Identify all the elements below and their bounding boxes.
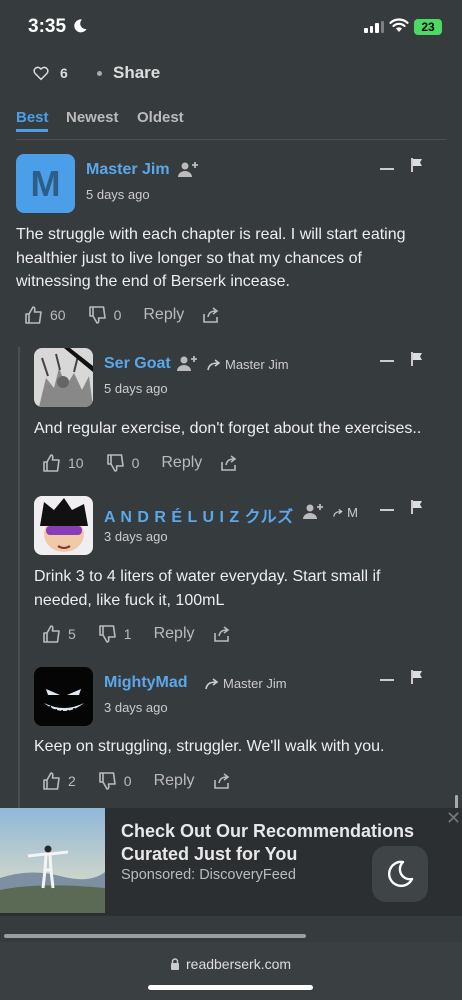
like-count: 6 [60,65,68,81]
flag-icon[interactable] [411,500,423,514]
downvote-count: 0 [131,455,140,471]
flag-icon[interactable] [411,670,423,684]
comment-time: 5 days ago [86,187,150,202]
thumbs-down-icon[interactable] [106,453,126,473]
share-icon[interactable] [202,306,220,324]
comment-time: 3 days ago [104,700,168,715]
dark-mode-toggle[interactable] [372,846,428,902]
collapse-button[interactable] [380,679,394,681]
ad-sponsor[interactable]: Sponsored: DiscoveryFeed [121,867,296,883]
reply-to[interactable]: Master Jim [207,357,289,372]
comment-line: needed, like fuck it, 100mL [34,591,225,609]
reply-to-name: M [347,505,358,520]
upvote-count: 10 [68,455,84,471]
thumbs-down-icon[interactable] [98,624,118,644]
avatar-master-jim[interactable]: M [16,154,75,213]
reply-button[interactable]: Reply [161,454,202,472]
wifi-icon [389,18,409,32]
comment-actions: 2 0 Reply [42,771,231,791]
tab-best[interactable]: Best [16,109,49,126]
comment-line: And regular exercise, don't forget about… [34,420,422,437]
follow-user-icon[interactable] [176,354,198,372]
avatar-ser-goat[interactable] [34,348,93,407]
thumbs-up-icon[interactable] [24,305,44,325]
thumbs-up-icon[interactable] [42,453,62,473]
ad-image[interactable] [0,808,105,913]
comment-actions: 10 0 Reply [42,453,238,473]
downvote-count: 0 [113,307,122,323]
comment-body: And regular exercise, don't forget about… [34,417,446,441]
flag-icon[interactable] [411,158,423,172]
upvote-count: 5 [68,626,76,642]
avatar-mightymad[interactable] [34,667,93,726]
moon-icon [74,19,87,33]
battery-indicator: 23 [414,19,442,35]
downvote-count: 0 [123,773,132,789]
comment-time: 5 days ago [104,381,168,396]
share-icon[interactable] [213,772,231,790]
moon-icon [388,860,414,888]
reply-to-name: Master Jim [223,676,287,691]
comment-username[interactable]: MightyMad [104,674,188,692]
flag-icon[interactable] [411,352,423,366]
downvote-count: 1 [123,626,132,642]
collapse-button[interactable] [380,360,394,362]
separator-dot [97,71,102,76]
ad-close-icon[interactable]: ✕ [446,808,461,829]
comment-time: 3 days ago [104,529,168,544]
active-tab-underline [16,129,48,132]
comment-line: healthier just to live longer so that my… [16,249,362,267]
comment-body: Drink 3 to 4 liters of water everyday. S… [34,565,446,612]
thumbs-up-icon[interactable] [42,624,62,644]
comment-username[interactable]: A N D R É L U I Z クルズ ☭ [104,503,294,527]
reply-to[interactable]: Master Jim [205,676,287,691]
comment-username[interactable]: Master Jim [86,161,170,179]
lock-icon [171,958,179,970]
reply-button[interactable]: Reply [143,306,184,324]
home-indicator[interactable] [148,985,313,990]
reply-to-name: Master Jim [225,357,289,372]
comment-line: Keep on struggling, struggler. We'll wal… [34,738,385,755]
comment-line: witnessing the end of Berserk incease. [16,273,290,290]
horizontal-scrollbar[interactable] [4,934,306,938]
share-button[interactable]: Share [113,63,160,83]
share-icon[interactable] [213,625,231,643]
comment-username[interactable]: Ser Goat [104,355,171,373]
reply-arrow-icon [207,358,221,370]
reply-arrow-icon [205,677,219,689]
comment-line: The struggle with each chapter is real. … [16,226,406,243]
reply-button[interactable]: Reply [154,772,195,790]
url-display[interactable]: readberserk.com [170,956,291,972]
comment-body: The struggle with each chapter is real. … [16,223,446,294]
avatar-letter: M [30,162,61,204]
reply-to[interactable]: M [333,505,358,520]
comment-actions: 5 1 Reply [42,624,231,644]
comment-actions: 60 0 Reply [24,305,220,325]
upvote-count: 2 [68,773,76,789]
reply-arrow-icon [333,508,343,517]
collapse-button[interactable] [380,509,394,511]
follow-user-icon[interactable] [177,160,199,178]
thumbs-up-icon[interactable] [42,771,62,791]
tab-oldest[interactable]: Oldest [137,109,184,126]
thread-line [18,347,20,809]
status-time: 3:35 [28,16,67,37]
avatar-andreluiz[interactable] [34,496,93,555]
upvote-count: 60 [50,307,66,323]
signal-icon [364,21,384,33]
url-text: readberserk.com [186,956,292,972]
tabs-divider [16,139,446,140]
tab-newest[interactable]: Newest [66,109,119,126]
comment-line: Drink 3 to 4 liters of water everyday. S… [34,568,381,585]
thumbs-down-icon[interactable] [88,305,108,325]
follow-user-icon[interactable] [302,502,324,520]
thumbs-down-icon[interactable] [98,771,118,791]
ad-title-line: Check Out Our Recommendations [121,821,415,841]
comment-body: Keep on struggling, struggler. We'll wal… [34,735,446,759]
heart-icon[interactable] [32,64,50,82]
collapse-button[interactable] [380,168,394,170]
share-icon[interactable] [220,454,238,472]
reply-button[interactable]: Reply [154,625,195,643]
battery-level: 23 [421,20,435,34]
